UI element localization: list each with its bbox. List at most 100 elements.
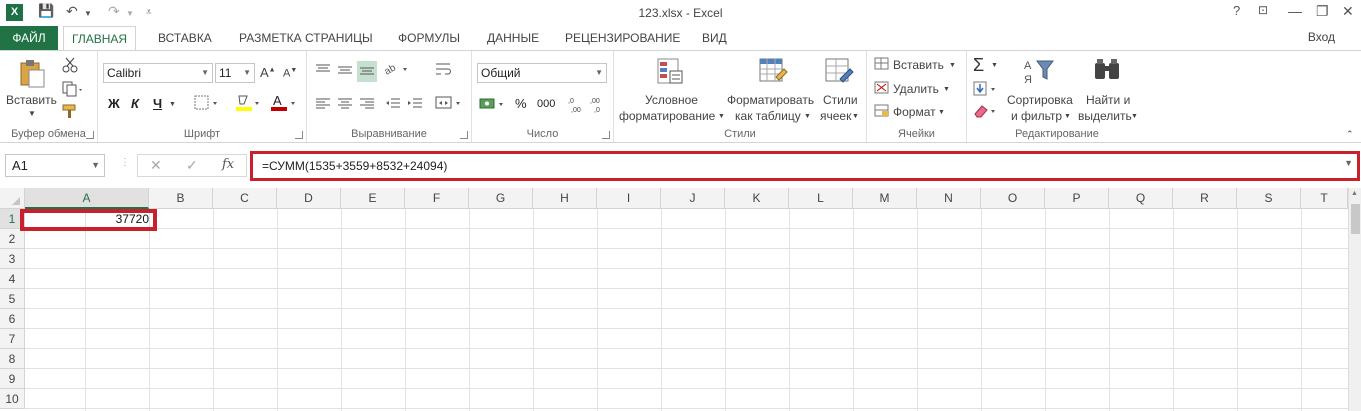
column-header-p[interactable]: P [1045, 188, 1109, 209]
tab-file[interactable]: ФАЙЛ [0, 26, 58, 50]
increase-indent-icon[interactable] [407, 97, 423, 114]
cell-styles-dropdown-icon[interactable]: ▼ [852, 113, 859, 120]
align-right-icon[interactable] [359, 97, 375, 114]
number-format-dropdown-icon[interactable]: ▼ [595, 64, 603, 82]
number-launcher-icon[interactable] [602, 131, 610, 139]
font-launcher-icon[interactable] [295, 131, 303, 139]
wrap-text-icon[interactable] [435, 61, 453, 80]
column-header-r[interactable]: R [1173, 188, 1237, 209]
cell-a1[interactable]: 37720 [25, 210, 151, 228]
align-bottom-icon[interactable] [357, 61, 377, 82]
paste-button[interactable]: Вставить [6, 93, 57, 107]
alignment-launcher-icon[interactable] [460, 131, 468, 139]
ribbon-display-icon[interactable]: ⊡ [1258, 3, 1268, 17]
fill-color-icon[interactable] [235, 93, 261, 116]
underline-button[interactable]: Ч [153, 96, 162, 111]
currency-format-icon[interactable] [479, 96, 507, 115]
decrease-font-icon[interactable]: A▼ [283, 67, 297, 80]
name-box-dropdown-icon[interactable]: ▼ [91, 155, 100, 176]
scroll-thumb[interactable] [1351, 204, 1360, 234]
underline-dropdown-icon[interactable]: ▼ [169, 101, 176, 108]
sign-in-link[interactable]: Вход [1308, 30, 1335, 44]
autosum-dropdown-icon[interactable]: ▼ [991, 62, 998, 69]
delete-cells-dropdown-icon[interactable]: ▼ [943, 86, 950, 93]
format-cells-dropdown-icon[interactable]: ▼ [938, 109, 945, 116]
column-header-e[interactable]: E [341, 188, 405, 209]
cut-icon[interactable] [62, 57, 78, 76]
decrease-indent-icon[interactable] [385, 97, 401, 114]
sort-filter-icon[interactable]: AЯ [1023, 57, 1055, 90]
row-header-3[interactable]: 3 [0, 249, 25, 269]
cell-styles-line2[interactable]: ячеек [820, 109, 851, 123]
insert-cells-icon[interactable] [874, 57, 890, 74]
borders-icon[interactable] [194, 95, 220, 114]
column-header-t[interactable]: T [1301, 188, 1348, 209]
paste-icon[interactable] [18, 59, 46, 89]
row-header-6[interactable]: 6 [0, 309, 25, 329]
delete-cells-icon[interactable] [874, 81, 890, 98]
row-header-4[interactable]: 4 [0, 269, 25, 289]
insert-cells-button[interactable]: Вставить [893, 58, 944, 72]
name-box[interactable]: A1 ▼ [5, 154, 105, 177]
merge-center-icon[interactable] [435, 95, 463, 114]
column-header-k[interactable]: K [725, 188, 789, 209]
font-size-select[interactable]: 11 ▼ [215, 63, 255, 83]
formula-input[interactable]: =СУММ(1535+3559+8532+24094) ▼ [250, 151, 1360, 181]
vertical-scrollbar[interactable]: ▲ [1348, 188, 1361, 411]
column-header-f[interactable]: F [405, 188, 469, 209]
font-name-select[interactable]: Calibri ▼ [103, 63, 213, 83]
row-header-7[interactable]: 7 [0, 329, 25, 349]
row-header-8[interactable]: 8 [0, 349, 25, 369]
row-header-9[interactable]: 9 [0, 369, 25, 389]
restore-button[interactable]: ❐ [1316, 3, 1329, 20]
row-header-2[interactable]: 2 [0, 229, 25, 249]
align-top-icon[interactable] [315, 63, 331, 80]
conditional-formatting-icon[interactable] [656, 57, 684, 90]
find-select-icon[interactable] [1093, 57, 1123, 90]
column-header-d[interactable]: D [277, 188, 341, 209]
delete-cells-button[interactable]: Удалить [893, 82, 939, 96]
column-header-s[interactable]: S [1237, 188, 1301, 209]
clipboard-launcher-icon[interactable] [86, 131, 94, 139]
conditional-formatting-line1[interactable]: Условное [645, 93, 698, 107]
tab-view[interactable]: ВИД [694, 26, 735, 50]
orientation-icon[interactable]: ab [383, 61, 409, 80]
cell-area[interactable] [25, 209, 1348, 411]
clear-icon[interactable] [973, 103, 999, 122]
number-format-select[interactable]: Общий ▼ [477, 63, 607, 83]
close-button[interactable]: ✕ [1342, 3, 1354, 20]
column-header-j[interactable]: J [661, 188, 725, 209]
format-as-table-line1[interactable]: Форматировать [727, 93, 814, 107]
increase-font-icon[interactable]: A▲ [260, 65, 276, 80]
collapse-ribbon-icon[interactable]: ⌃ [1346, 129, 1354, 140]
format-as-table-dropdown-icon[interactable]: ▼ [804, 113, 811, 120]
minimize-button[interactable]: — [1288, 3, 1302, 19]
copy-icon[interactable] [62, 81, 84, 100]
insert-cells-dropdown-icon[interactable]: ▼ [949, 62, 956, 69]
column-header-b[interactable]: B [149, 188, 213, 209]
column-header-c[interactable]: C [213, 188, 277, 209]
bold-button[interactable]: Ж [108, 96, 120, 111]
column-header-a[interactable]: A [25, 188, 149, 209]
row-header-5[interactable]: 5 [0, 289, 25, 309]
format-as-table-icon[interactable] [758, 57, 788, 90]
conditional-formatting-dropdown-icon[interactable]: ▼ [718, 113, 725, 120]
thousands-separator-button[interactable]: 000 [537, 98, 555, 110]
cancel-entry-button[interactable]: ✕ [150, 157, 162, 174]
column-header-m[interactable]: M [853, 188, 917, 209]
column-header-g[interactable]: G [469, 188, 533, 209]
conditional-formatting-line2[interactable]: форматирование [619, 109, 715, 123]
decrease-decimal-icon[interactable]: ,00,0 [590, 95, 608, 116]
column-header-l[interactable]: L [789, 188, 853, 209]
align-center-icon[interactable] [337, 97, 353, 114]
percent-button[interactable]: % [515, 96, 527, 111]
tab-formulas[interactable]: ФОРМУЛЫ [390, 26, 468, 50]
select-all-corner[interactable] [0, 188, 25, 209]
format-cells-icon[interactable] [874, 104, 890, 121]
format-painter-icon[interactable] [62, 103, 78, 122]
enter-entry-button[interactable]: ✓ [186, 157, 198, 174]
font-name-dropdown-icon[interactable]: ▼ [201, 64, 209, 82]
tab-insert[interactable]: ВСТАВКА [150, 26, 220, 50]
tab-page-layout[interactable]: РАЗМЕТКА СТРАНИЦЫ [231, 26, 381, 50]
format-cells-button[interactable]: Формат [893, 105, 936, 119]
